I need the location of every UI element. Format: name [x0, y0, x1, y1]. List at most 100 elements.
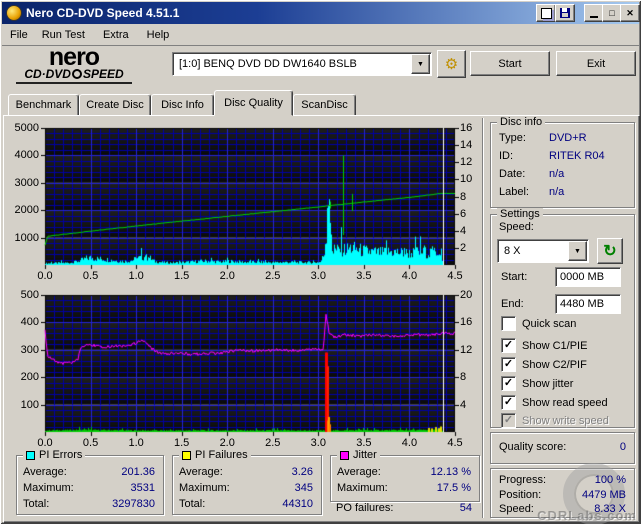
axis-tick: 1.0 — [128, 270, 144, 282]
po-failures-row: PO failures: 54 — [336, 502, 472, 514]
jitter-stats-box: Jitter Average: 12.13 % Maximum: 17.5 % — [330, 449, 480, 502]
pi-failures-legend: PI Failures — [179, 449, 251, 461]
panel-divider — [482, 118, 484, 518]
maximize-button[interactable]: □ — [602, 4, 622, 22]
axis-tick: 16 — [460, 316, 473, 329]
stat-row: Total: 3297830 — [23, 498, 155, 510]
exit-button[interactable]: Exit — [556, 51, 636, 76]
axis-tick: 4.5 — [447, 270, 463, 282]
pi-errors-chart — [41, 124, 459, 270]
drive-selector[interactable]: [1:0] BENQ DVD DD DW1640 BSLB ▼ — [172, 52, 432, 76]
axis-tick: 4.5 — [447, 437, 463, 449]
show-c1-pie-checkbox[interactable]: ✓ Show C1/PIE — [501, 338, 587, 353]
disc-label-row: Label: n/a — [499, 186, 565, 198]
check-icon[interactable]: ✓ — [501, 338, 516, 353]
tab-create-disc[interactable]: Create Disc — [79, 94, 151, 116]
axis-tick: 2000 — [14, 204, 39, 217]
stat-row: Maximum: 17.5 % — [337, 482, 471, 494]
show-write-speed-checkbox: ✓ Show write speed — [501, 413, 609, 428]
chevron-down-icon[interactable]: ▼ — [568, 241, 587, 261]
quick-scan-checkbox[interactable]: Quick scan — [501, 316, 576, 331]
start-position-field[interactable]: 0000 MB — [555, 267, 621, 287]
axis-tick: 2.5 — [265, 437, 281, 449]
copy-icon — [540, 7, 552, 19]
pi-failures-stats-box: PI Failures Average: 3.26 Maximum: 345 Tot… — [172, 449, 322, 515]
pi-failures-color-swatch — [182, 450, 191, 460]
show-c2-pif-checkbox[interactable]: ✓ Show C2/PIF — [501, 357, 587, 372]
pi-errors-title: PI Errors — [39, 449, 83, 461]
minimize-button[interactable] — [584, 4, 604, 22]
checkbox-icon[interactable] — [501, 316, 516, 331]
axis-tick: 3.5 — [356, 437, 372, 449]
check-icon[interactable]: ✓ — [501, 395, 516, 410]
axis-tick: 1.0 — [128, 437, 144, 449]
disc-id-row: ID: RITEK R04 — [499, 150, 605, 162]
menu-run-test[interactable]: Run Test — [35, 27, 92, 43]
axis-tick: 0.0 — [37, 437, 53, 449]
jitter-legend: Jitter — [337, 449, 380, 461]
refresh-disc-button[interactable]: ↻ — [597, 238, 623, 264]
menu-file[interactable]: File — [3, 27, 35, 43]
axis-tick: 10 — [460, 173, 473, 186]
stat-row: Total: 44310 — [179, 498, 313, 510]
po-failures-value: 54 — [459, 502, 472, 514]
tab-disc-quality[interactable]: Disc Quality — [214, 90, 293, 116]
drive-options-button[interactable]: ⚙ — [437, 50, 466, 78]
pi-errors-color-swatch — [26, 450, 35, 460]
stat-row: Average: 3.26 — [179, 466, 313, 478]
stat-row: Maximum: 3531 — [23, 482, 155, 494]
progress-value: 100 % — [594, 474, 626, 486]
axis-tick: 500 — [20, 289, 39, 301]
gears-icon: ⚙ — [444, 56, 459, 73]
axis-tick: 6 — [460, 207, 467, 220]
minimize-icon — [590, 16, 598, 18]
disc-icon — [71, 69, 82, 79]
menu-help[interactable]: Help — [140, 27, 177, 43]
speed-readout-label: Speed: — [499, 503, 534, 515]
cdspeed-logo-text: CD·DVD SPEED — [24, 67, 124, 81]
axis-tick: 200 — [20, 371, 39, 384]
chevron-down-icon[interactable]: ▼ — [411, 54, 430, 74]
show-jitter-checkbox[interactable]: ✓ Show jitter — [501, 376, 573, 391]
check-icon[interactable]: ✓ — [501, 357, 516, 372]
quality-score-label: Quality score: — [499, 441, 567, 453]
progress-label: Progress: — [499, 474, 547, 486]
axis-tick: 12 — [460, 343, 473, 356]
tab-disc-info[interactable]: Disc Info — [151, 94, 214, 116]
axis-tick: 3.0 — [310, 437, 326, 449]
speed-label: Speed: — [499, 221, 534, 233]
quality-score-value: 0 — [619, 441, 626, 453]
speed-selector[interactable]: 8 X ▼ — [497, 239, 589, 263]
disc-type-row: Type: DVD+R — [499, 132, 587, 144]
tab-benchmark[interactable]: Benchmark — [8, 94, 79, 116]
axis-tick: 4 — [460, 224, 467, 237]
position-value: 4479 MB — [581, 489, 626, 501]
disc-info-box: Disc info Type: DVD+R ID: RITEK R04 Date: n… — [490, 116, 635, 208]
tab-scandisc[interactable]: ScanDisc — [293, 94, 356, 116]
speed-value: 8 X — [504, 245, 521, 257]
axis-tick: 4.0 — [401, 437, 418, 449]
axis-tick: 0.5 — [82, 270, 99, 282]
copy-report-button[interactable] — [536, 4, 556, 22]
show-read-speed-checkbox[interactable]: ✓ Show read speed — [501, 395, 608, 410]
start-button[interactable]: Start — [470, 51, 550, 76]
menu-extra[interactable]: Extra — [96, 27, 136, 43]
refresh-icon: ↻ — [603, 243, 617, 260]
save-button[interactable] — [555, 4, 575, 22]
settings-box: Settings Speed: 8 X ▼ ↻ Start: 0000 MB E… — [490, 208, 635, 428]
window-title: Nero CD-DVD Speed 4.51.1 — [26, 6, 180, 20]
pi-errors-stats-box: PI Errors Average: 201.36 Maximum: 3531 To… — [16, 449, 164, 515]
check-icon[interactable]: ✓ — [501, 376, 516, 391]
stat-row: Average: 201.36 — [23, 466, 155, 478]
check-icon: ✓ — [501, 413, 516, 428]
axis-tick: 2.0 — [219, 437, 235, 449]
close-button[interactable]: ✕ — [620, 4, 640, 22]
app-icon — [6, 5, 22, 21]
end-position-field[interactable]: 4480 MB — [555, 294, 621, 314]
axis-tick: 8 — [460, 190, 467, 203]
axis-tick: 14 — [460, 139, 473, 152]
pi-failures-title: PI Failures — [195, 449, 248, 461]
axis-tick: 4 — [460, 398, 467, 411]
jitter-color-swatch — [340, 450, 349, 460]
drive-selector-value: [1:0] BENQ DVD DD DW1640 BSLB — [179, 58, 357, 70]
